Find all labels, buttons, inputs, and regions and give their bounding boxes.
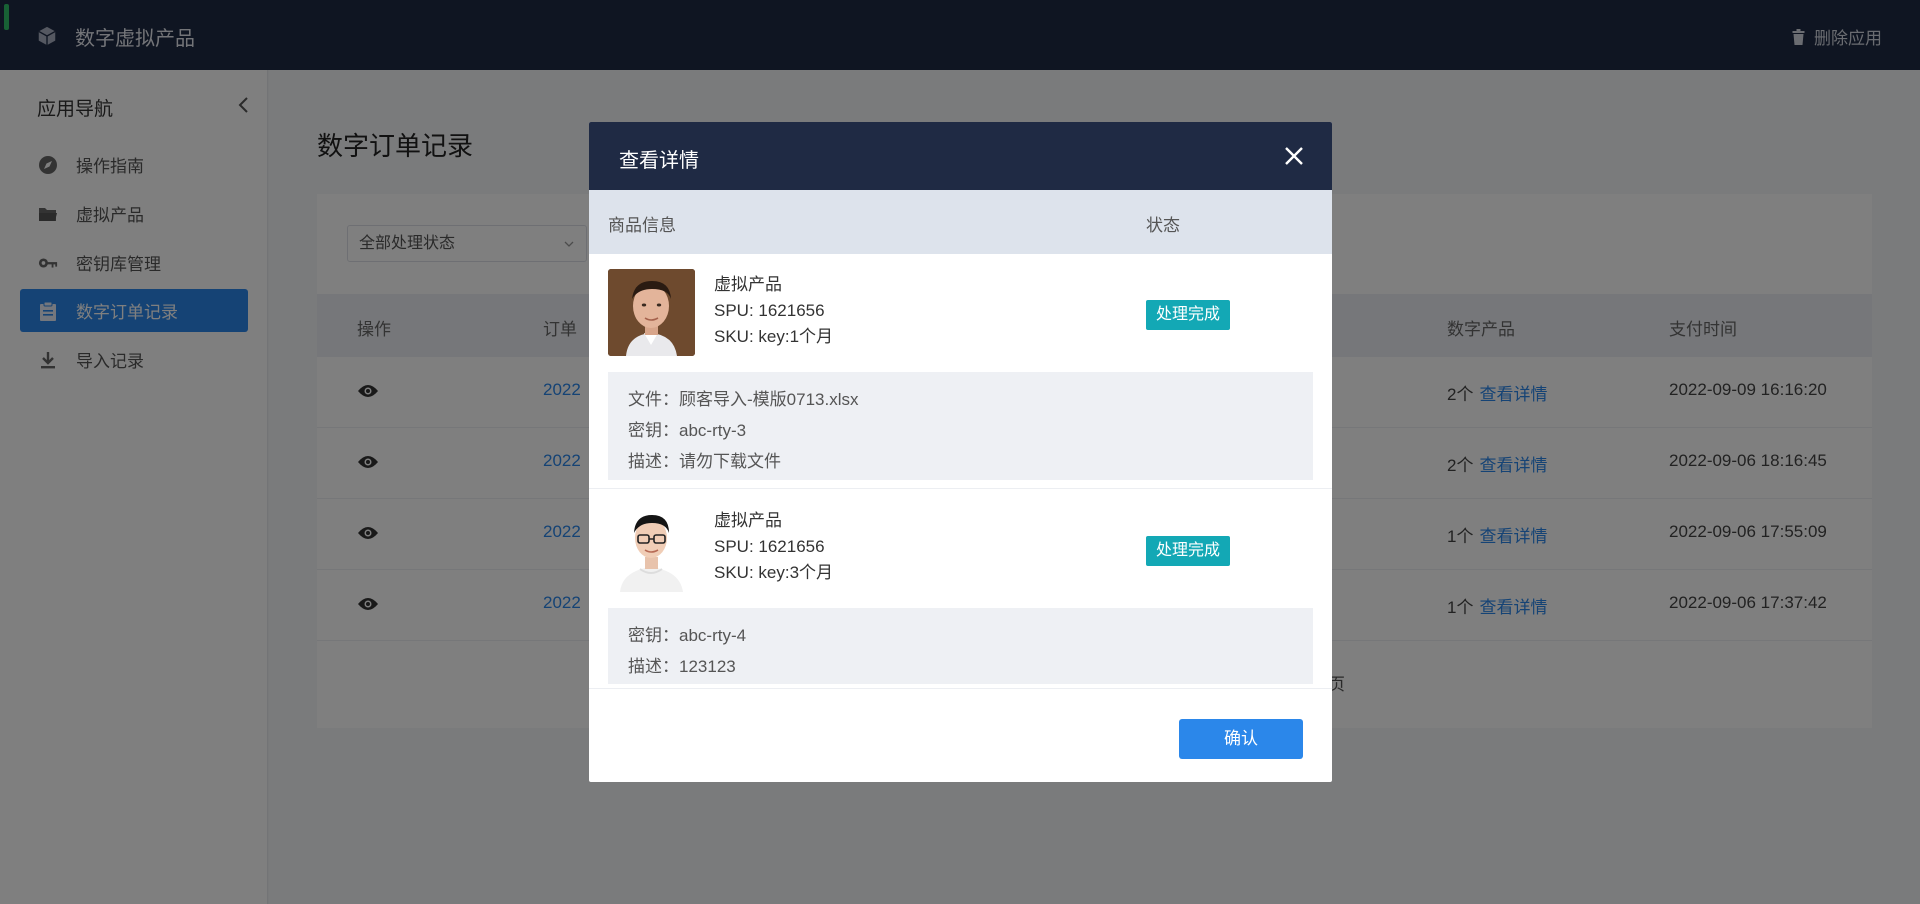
product-item: 虚拟产品 SPU: 1621656 SKU: key:1个月 处理完成 文件：顾… (589, 254, 1332, 489)
product-detail-box: 密钥：abc-rty-4 描述：123123 (608, 608, 1313, 684)
product-name: 虚拟产品 (714, 511, 782, 530)
description-info: 描述：123123 (628, 657, 736, 676)
product-spu: SPU: 1621656 (714, 537, 825, 556)
modal-title: 查看详情 (619, 150, 699, 172)
product-info: 虚拟产品 SPU: 1621656 SKU: key:1个月 (714, 272, 833, 350)
product-detail-box: 文件：顾客导入-模版0713.xlsx 密钥：abc-rty-3 描述：请勿下载… (608, 372, 1313, 480)
confirm-label: 确认 (1224, 729, 1258, 748)
modal-table-header: 商品信息 状态 (589, 190, 1332, 254)
status-badge: 处理完成 (1146, 300, 1231, 330)
product-image (608, 269, 695, 356)
product-sku: SKU: key:3个月 (714, 563, 834, 582)
product-image (608, 505, 695, 592)
column-header-status: 状态 (1146, 216, 1180, 235)
close-icon[interactable] (1284, 146, 1304, 166)
product-name: 虚拟产品 (714, 275, 782, 294)
description-info: 描述：请勿下载文件 (628, 452, 781, 471)
product-info: 虚拟产品 SPU: 1621656 SKU: key:3个月 (714, 508, 833, 586)
status-badge: 处理完成 (1146, 536, 1231, 566)
confirm-button[interactable]: 确认 (1179, 719, 1303, 759)
details-modal: 查看详情 商品信息 状态 虚拟产品 SPU: 1621656 SKU: key:… (589, 122, 1332, 782)
file-info: 文件：顾客导入-模版0713.xlsx (628, 390, 859, 409)
key-info: 密钥：abc-rty-3 (628, 421, 747, 440)
key-info: 密钥：abc-rty-4 (628, 626, 747, 645)
product-sku: SKU: key:1个月 (714, 327, 834, 346)
product-item: 虚拟产品 SPU: 1621656 SKU: key:3个月 处理完成 密钥：a… (589, 490, 1332, 689)
product-spu: SPU: 1621656 (714, 301, 825, 320)
column-header-product: 商品信息 (608, 216, 676, 235)
modal-header: 查看详情 (589, 122, 1332, 190)
